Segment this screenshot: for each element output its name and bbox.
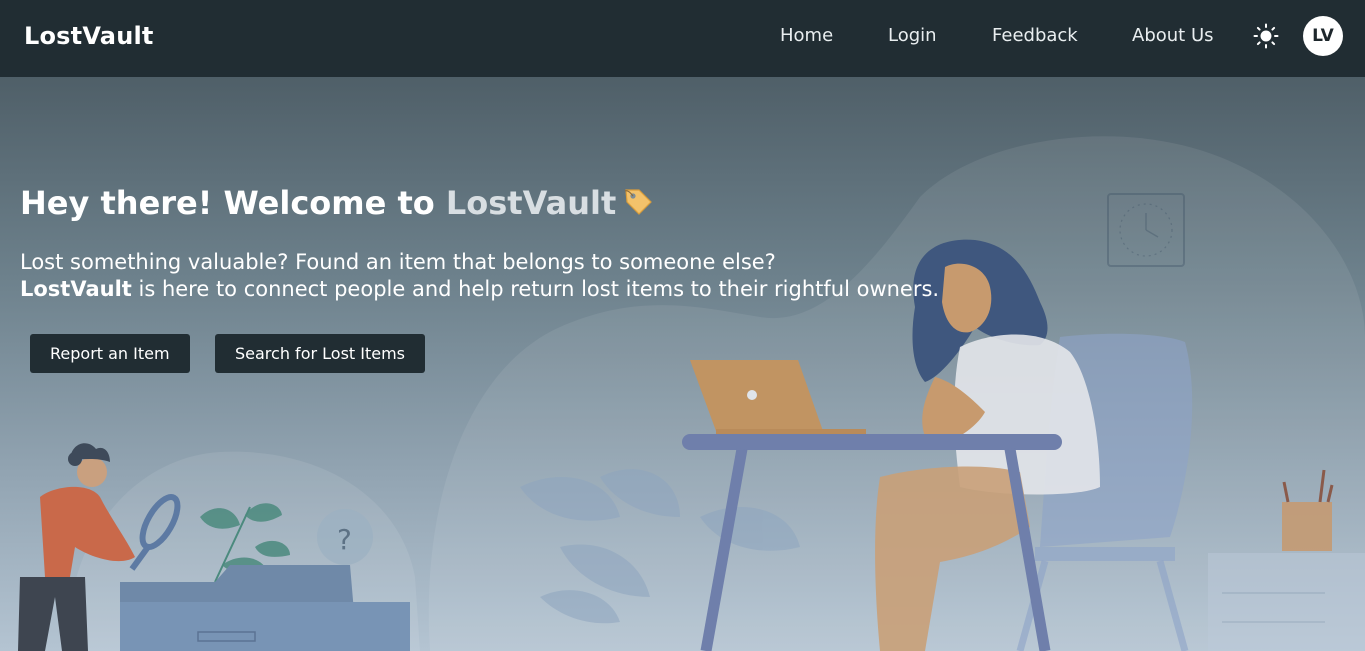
hero-illustration: ? bbox=[18, 136, 1365, 651]
navbar: LostVault Home Login Feedback About Us L… bbox=[0, 0, 1365, 77]
hero-title-prefix: Hey there! Welcome to bbox=[20, 184, 435, 222]
hero-description-line-2: LostVault is here to connect people and … bbox=[20, 276, 939, 303]
report-item-button[interactable]: Report an Item bbox=[30, 334, 190, 373]
nav-link-home[interactable]: Home bbox=[780, 25, 833, 46]
hero-description-brand: LostVault bbox=[20, 277, 132, 301]
theme-toggle-button[interactable] bbox=[1251, 21, 1281, 51]
hero-description-rest: is here to connect people and help retur… bbox=[138, 277, 940, 301]
sun-icon bbox=[1253, 23, 1279, 49]
nav-link-login[interactable]: Login bbox=[888, 25, 937, 46]
nav-links: Home Login Feedback About Us bbox=[0, 0, 1365, 77]
hero-title: Hey there! Welcome to LostVault bbox=[20, 184, 654, 222]
hero-title-brand: LostVault bbox=[445, 184, 617, 222]
hero-description: Lost something valuable? Found an item t… bbox=[20, 249, 939, 303]
nav-link-feedback[interactable]: Feedback bbox=[992, 25, 1078, 46]
search-lost-items-button[interactable]: Search for Lost Items bbox=[215, 334, 425, 373]
svg-text:?: ? bbox=[337, 523, 352, 556]
nav-link-about-us[interactable]: About Us bbox=[1132, 25, 1214, 46]
hero-description-line-1: Lost something valuable? Found an item t… bbox=[20, 250, 776, 274]
hero-section: ? Hey there! Welcome to LostVault Lost s… bbox=[0, 77, 1365, 651]
avatar[interactable]: LV bbox=[1303, 16, 1343, 56]
tag-icon bbox=[624, 189, 653, 215]
